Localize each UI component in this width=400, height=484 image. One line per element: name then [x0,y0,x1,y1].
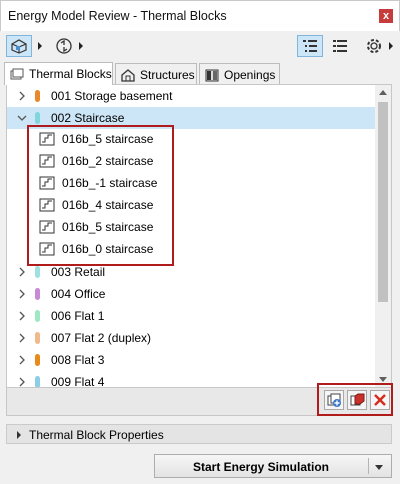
scroll-up-arrow-icon[interactable] [379,90,387,95]
tab-structures[interactable]: Structures [115,63,197,85]
button-divider [368,458,369,474]
model-icon [11,39,27,54]
tree-row[interactable]: 008 Flat 3 [7,349,377,371]
tree-row-label: 004 Office [51,287,106,301]
close-icon[interactable]: x [379,9,393,23]
chevron-right-icon [38,42,42,50]
model-view-button[interactable] [6,35,32,57]
chevron-right-icon [17,431,21,439]
tree-row[interactable]: 006 Flat 1 [7,305,377,327]
refresh-icon [56,38,72,54]
thermal-block-icon [10,68,24,80]
tree-row-label: 006 Flat 1 [51,309,105,323]
chevron-right-icon[interactable] [17,333,27,343]
refresh-dropdown[interactable] [75,35,87,57]
chevron-down-icon[interactable] [375,465,383,470]
chevron-right-icon[interactable] [17,311,27,321]
tree-row-label: 007 Flat 2 (duplex) [51,331,152,345]
tab-openings[interactable]: Openings [199,63,280,85]
tree-row-label: 008 Flat 3 [51,353,105,367]
chevron-right-icon[interactable] [17,289,27,299]
chevron-right-icon[interactable] [17,377,27,387]
tree-row[interactable]: 004 Office [7,283,377,305]
tab-bar: Thermal Blocks Structures Openings [0,62,400,85]
tree-row[interactable]: 001 Storage basement [7,85,377,107]
highlight-frame-children [27,125,174,266]
list-view-button[interactable] [328,35,352,57]
title-bar: Energy Model Review - Thermal Blocks x [0,0,400,31]
house-icon [121,68,135,82]
chevron-right-icon [389,42,393,50]
settings-dropdown[interactable] [386,35,396,57]
chevron-down-icon[interactable] [17,113,27,123]
color-swatch [35,112,40,124]
scroll-down-arrow-icon[interactable] [379,377,387,382]
chevron-right-icon[interactable] [17,267,27,277]
start-energy-simulation-button[interactable]: Start Energy Simulation [154,454,392,478]
new-block-icon [327,393,341,407]
tab-thermal-blocks[interactable]: Thermal Blocks [4,62,113,85]
window-title: Energy Model Review - Thermal Blocks [8,9,227,23]
refresh-button[interactable] [53,35,75,57]
tab-label: Thermal Blocks [29,67,112,81]
settings-button[interactable] [362,35,386,57]
thermal-block-properties-header[interactable]: Thermal Block Properties [6,424,392,444]
tab-label: Structures [140,67,195,82]
chevron-right-icon[interactable] [17,91,27,101]
delete-button[interactable] [370,390,390,410]
add-thermal-block-button[interactable] [324,390,344,410]
tab-label: Openings [224,67,276,82]
tree-row-label: 001 Storage basement [51,89,173,103]
list-icon [333,40,347,52]
delete-x-icon [374,394,386,406]
window-icon [205,69,219,81]
color-swatch [35,354,40,366]
tree-row-label: 009 Flat 4 [51,375,105,388]
properties-label: Thermal Block Properties [29,428,164,442]
color-swatch [35,90,40,102]
vertical-scrollbar[interactable] [375,85,391,387]
tree-row[interactable]: 007 Flat 2 (duplex) [7,327,377,349]
chevron-right-icon [79,42,83,50]
tree-row-label: 002 Staircase [51,111,125,125]
color-swatch [35,266,40,278]
color-swatch [35,310,40,322]
tree-view-button[interactable] [297,35,323,57]
tree-list-icon [303,40,317,52]
model-view-dropdown[interactable] [34,35,46,57]
color-swatch [35,332,40,344]
tree-row-label: 003 Retail [51,265,106,279]
toolbar [0,31,400,62]
color-swatch [35,288,40,300]
gear-icon [367,39,381,53]
assign-block-button[interactable] [347,390,367,410]
chevron-right-icon[interactable] [17,355,27,365]
start-button-label: Start Energy Simulation [192,460,330,474]
cube-icon [350,393,365,406]
scrollbar-thumb[interactable] [378,102,388,302]
color-swatch [35,376,40,387]
